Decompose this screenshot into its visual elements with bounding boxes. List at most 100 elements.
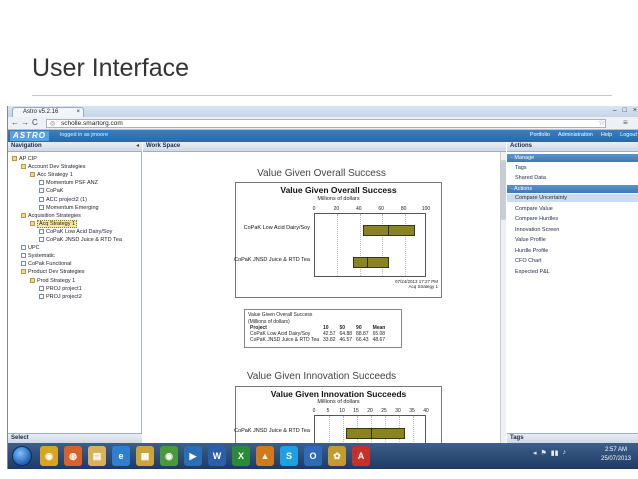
ie-icon[interactable]: e: [112, 446, 130, 466]
outlook-icon[interactable]: O: [304, 446, 322, 466]
close-window-icon[interactable]: ×: [633, 107, 637, 114]
action-item[interactable]: Value Profile: [515, 236, 546, 244]
chrome2-icon[interactable]: ◉: [160, 446, 178, 466]
tree-item[interactable]: CoPak Functional: [21, 260, 71, 268]
collapse-navigation-icon[interactable]: ◂: [136, 142, 139, 151]
tree-item[interactable]: CoPaK: [39, 187, 63, 195]
word-icon[interactable]: W: [208, 446, 226, 466]
plot-area: [314, 213, 426, 277]
select-panel-header: Select: [8, 433, 142, 443]
median-marker: [387, 224, 389, 236]
action-item[interactable]: Hurdle Profile: [515, 247, 548, 255]
x-tick-label: 60: [378, 206, 384, 212]
folder-icon: [30, 277, 35, 283]
excel-icon[interactable]: X: [232, 446, 250, 466]
skype-icon[interactable]: S: [280, 446, 298, 466]
stats-grid: Project 10 50 90 Mean CoPaK Low Acid Dairy/So…: [248, 325, 387, 343]
category-label: CoPaK JNSD Juice & RTD Tea: [234, 257, 310, 263]
document-icon: [39, 180, 44, 186]
action-item[interactable]: Compare Uncertainty: [507, 194, 638, 202]
x-tick-label: 40: [356, 206, 362, 212]
notes-icon[interactable]: ▦: [136, 446, 154, 466]
chrome-icon[interactable]: ◉: [40, 446, 58, 466]
menu-administration[interactable]: Administration: [558, 132, 593, 138]
overall-success-chart: Value Given Overall Success Millions of …: [234, 182, 442, 298]
firefox-icon[interactable]: ◍: [64, 446, 82, 466]
media-icon[interactable]: ▶: [184, 446, 202, 466]
tree-item[interactable]: PROJ project2: [39, 293, 82, 301]
document-icon: [21, 245, 26, 251]
scroll-thumb[interactable]: [501, 160, 506, 220]
navigation-title: Navigation: [11, 143, 42, 149]
tree-item[interactable]: Account Dev Strategies: [21, 163, 85, 171]
tree-item-label: CoPaK JNSD Juice & RTD Tea: [46, 237, 122, 243]
tree-item[interactable]: CoPaK Low Acid Dairy/Soy: [39, 228, 112, 236]
tree-item[interactable]: Acq Strategy 1: [30, 219, 78, 228]
tree-item[interactable]: Prod Strategy 1: [30, 277, 75, 285]
innovation-succeeds-chart: Value Given Innovation Succeeds Millions…: [234, 386, 442, 443]
show-hidden-icon[interactable]: ◂: [533, 449, 537, 457]
vlc-icon[interactable]: ▲: [256, 446, 274, 466]
stamp-line: Acq Strategy 1: [408, 284, 438, 289]
network-icon[interactable]: ▮▮: [551, 449, 559, 457]
wrench-icon[interactable]: ≡: [623, 118, 628, 127]
tree-item[interactable]: Momentum Emerging: [39, 204, 99, 212]
start-button[interactable]: [12, 446, 32, 466]
x-tick-label: 10: [339, 408, 345, 414]
tree-item[interactable]: Momentum PSF ANZ: [39, 179, 98, 187]
tree-item[interactable]: ACC project2 (1): [39, 196, 87, 204]
menu-logout[interactable]: Logout: [620, 132, 637, 138]
tree-item-label: Acc Strategy 1: [37, 172, 73, 179]
tree-item-label: Momentum PSF ANZ: [46, 180, 98, 187]
range-bar: [345, 427, 405, 439]
volume-icon[interactable]: ♪: [563, 449, 567, 457]
url-input[interactable]: ◎ scholle.smartorg.com: [46, 119, 606, 128]
action-item[interactable]: Compare Hurdles: [515, 215, 558, 223]
workspace-scrollbar[interactable]: [500, 152, 506, 443]
menu-help[interactable]: Help: [601, 132, 612, 138]
tree-item-label: Account Dev Strategies: [28, 164, 86, 171]
minimize-icon[interactable]: –: [613, 107, 617, 114]
tree-item[interactable]: Acquisition Strategies: [21, 212, 81, 220]
clock[interactable]: 2:57 AM 25/07/2013: [596, 446, 636, 464]
reload-icon[interactable]: C: [32, 118, 38, 127]
back-icon[interactable]: ←: [11, 118, 19, 127]
flag-icon[interactable]: ⚑: [541, 449, 547, 457]
action-item[interactable]: Tags: [515, 164, 527, 172]
browser-tab[interactable]: Astro v5.2.16 ×: [12, 107, 84, 117]
system-tray: ◂ ⚑ ▮▮ ♪: [533, 449, 566, 457]
close-tab-icon[interactable]: ×: [76, 108, 80, 117]
actions-section-header[interactable]: - Manage: [507, 154, 638, 162]
tree-item-label: AP CIP: [19, 156, 37, 162]
slide-title: User Interface: [32, 54, 190, 82]
tree-item[interactable]: UPC: [21, 244, 40, 252]
tree-item[interactable]: CoPaK JNSD Juice & RTD Tea: [39, 236, 122, 244]
folder-icon: [21, 212, 26, 218]
app-icon[interactable]: ✿: [328, 446, 346, 466]
action-item[interactable]: Innovation Screen: [515, 226, 559, 234]
document-icon: [21, 253, 26, 259]
document-icon: [21, 261, 26, 267]
navigation-header: Navigation ◂: [8, 142, 142, 152]
tree-item[interactable]: AP CIP: [12, 155, 37, 163]
explorer-icon[interactable]: ▤: [88, 446, 106, 466]
action-item[interactable]: Compare Value: [515, 205, 553, 213]
tree-item[interactable]: Acc Strategy 1: [30, 171, 73, 179]
pdf-icon[interactable]: A: [352, 446, 370, 466]
maximize-icon[interactable]: □: [623, 107, 627, 114]
forward-icon[interactable]: →: [21, 118, 29, 127]
tree-item[interactable]: Product Dev Strategies: [21, 268, 85, 276]
menu-portfolio[interactable]: Portfolio: [530, 132, 550, 138]
action-item[interactable]: CFO Chart: [515, 257, 542, 265]
stats-cell: CoPaK JNSD Juice & RTD Tea: [250, 337, 320, 343]
tree-item[interactable]: Systematic: [21, 252, 55, 260]
folder-icon: [21, 269, 26, 275]
tree-item-label: Acq Strategy 1: [37, 219, 78, 228]
document-icon: [39, 204, 44, 210]
action-item[interactable]: Expected P&L: [515, 268, 550, 276]
folder-icon: [30, 220, 35, 226]
tree-item[interactable]: PROJ project1: [39, 285, 82, 293]
bookmark-star-icon[interactable]: ☆: [598, 118, 605, 127]
action-item[interactable]: Shared Data: [515, 174, 546, 182]
actions-section-header[interactable]: - Actions: [507, 184, 638, 193]
